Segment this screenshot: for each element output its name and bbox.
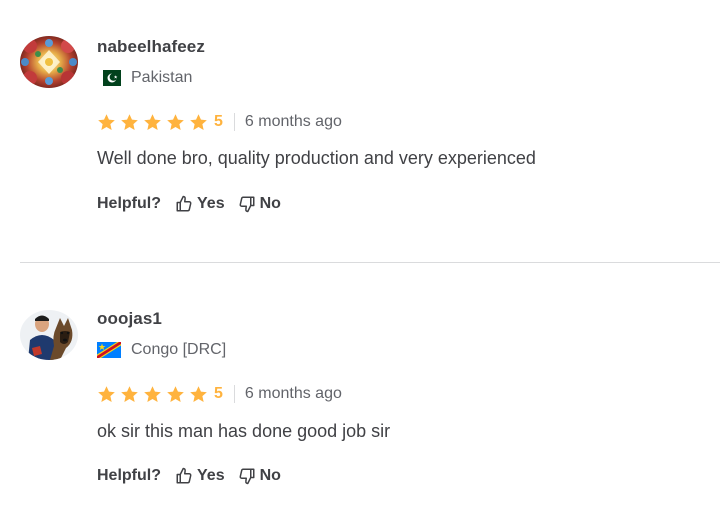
review-separator [20,262,720,263]
username[interactable]: ooojas1 [97,309,162,329]
divider [233,385,235,403]
thumbs-down-icon [239,196,255,213]
rating-value: 5 [214,113,223,130]
country-name: Congo [DRC] [131,341,227,358]
star-icon [190,113,207,130]
helpful-row: Helpful? Yes No [97,465,294,487]
pakistan-flag-icon [97,70,121,86]
avatar-image [20,36,78,88]
rating-row: 5 6 months ago [97,110,342,134]
helpful-no-button[interactable]: No [238,195,281,213]
star-rating [97,385,212,404]
helpful-yes-button[interactable]: Yes [175,195,225,213]
thumbs-up-icon [176,195,192,212]
divider [233,113,235,131]
yes-label: Yes [197,467,225,484]
star-icon [98,385,115,402]
star-icon [190,385,207,402]
no-label: No [259,195,281,212]
drc-flag-icon [97,342,121,358]
review-time: 6 months ago [244,113,342,130]
thumbs-down-icon [239,468,255,485]
thumbs-up-icon [176,467,192,484]
rating-row: 5 6 months ago [97,382,342,406]
helpful-label: Helpful? [97,467,161,484]
country-info: Congo [DRC] [97,339,226,361]
no-label: No [259,467,281,484]
avatar[interactable] [20,36,78,88]
star-icon [167,113,184,130]
review-text: Well done bro, quality production and ve… [97,148,536,168]
star-icon [98,113,115,130]
review-time: 6 months ago [244,385,342,402]
avatar[interactable] [20,310,78,360]
helpful-yes-button[interactable]: Yes [175,467,225,485]
helpful-no-button[interactable]: No [238,467,281,485]
yes-label: Yes [197,195,225,212]
rating-value: 5 [214,385,223,402]
helpful-row: Helpful? Yes No [97,193,294,215]
review-text: ok sir this man has done good job sir [97,421,391,441]
star-icon [167,385,184,402]
username[interactable]: nabeelhafeez [97,37,205,57]
star-icon [121,113,138,130]
star-icon [121,385,138,402]
star-icon [144,113,161,130]
country-info: Pakistan [97,67,192,89]
star-icon [144,385,161,402]
avatar-image [20,310,78,360]
star-rating [97,113,212,132]
helpful-label: Helpful? [97,195,161,212]
country-name: Pakistan [131,69,193,86]
